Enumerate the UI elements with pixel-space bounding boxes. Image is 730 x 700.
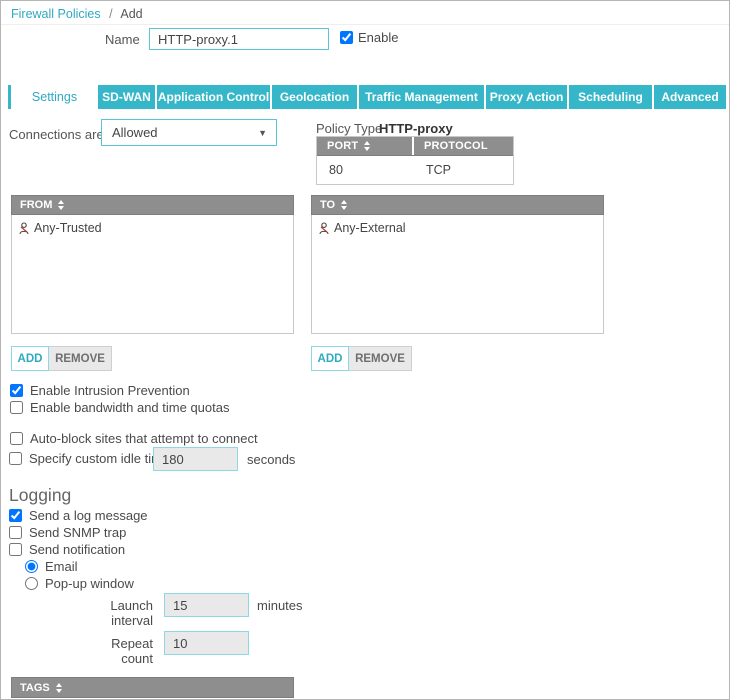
launch-interval-input[interactable] (164, 593, 249, 617)
tab-traffic-management[interactable]: Traffic Management (359, 85, 484, 109)
repeat-count-input[interactable] (164, 631, 249, 655)
enable-label: Enable (358, 30, 398, 45)
auto-block-checkbox[interactable] (10, 432, 23, 445)
tab-sd-wan[interactable]: SD-WAN (98, 85, 155, 109)
popup-window-radio[interactable] (25, 577, 38, 590)
connections-are-label: Connections are (9, 127, 104, 142)
port-cell: 80 (317, 163, 414, 177)
to-add-button[interactable]: ADD (311, 346, 349, 371)
breadcrumb-current: Add (120, 7, 142, 21)
to-remove-button[interactable]: REMOVE (349, 346, 412, 371)
list-item-label: Any-Trusted (34, 221, 102, 235)
enable-checkbox[interactable] (340, 31, 353, 44)
breadcrumb-separator: / (109, 7, 112, 21)
to-list-body: Any-External (311, 215, 604, 334)
send-notification-label: Send notification (29, 542, 125, 557)
tab-geolocation[interactable]: Geolocation (272, 85, 357, 109)
send-log-message-label: Send a log message (29, 508, 148, 523)
intrusion-prevention-checkbox[interactable] (10, 384, 23, 397)
tab-strip: Settings SD-WAN Application Control Geol… (8, 85, 726, 109)
list-item-label: Any-External (334, 221, 406, 235)
list-item[interactable]: Any-Trusted (12, 215, 293, 235)
tab-settings[interactable]: Settings (13, 85, 96, 109)
to-listbox: TO Any-External (311, 195, 604, 334)
port-protocol-table: PORT PROTOCOL 80 TCP (316, 136, 514, 185)
sort-icon (56, 683, 62, 693)
list-item[interactable]: Any-External (312, 215, 603, 235)
breadcrumb-divider (1, 24, 729, 25)
protocol-column-header: PROTOCOL (414, 137, 513, 155)
launch-interval-label: Launch interval (79, 598, 153, 628)
port-column-header[interactable]: PORT (317, 137, 414, 155)
policy-type-label: Policy Type (316, 121, 382, 136)
breadcrumb-firewall-policies-link[interactable]: Firewall Policies (11, 7, 101, 21)
idle-timeout-input[interactable] (153, 447, 238, 471)
name-input[interactable] (149, 28, 329, 50)
email-radio[interactable] (25, 560, 38, 573)
popup-window-radio-label: Pop-up window (45, 576, 134, 591)
tags-column-header[interactable]: TAGS (11, 677, 294, 698)
from-add-button[interactable]: ADD (11, 346, 49, 371)
tab-proxy-action[interactable]: Proxy Action (486, 85, 567, 109)
policy-type-value: HTTP-proxy (379, 121, 453, 136)
tab-scheduling[interactable]: Scheduling (569, 85, 652, 109)
logging-heading: Logging (9, 485, 71, 506)
alias-icon (18, 222, 31, 235)
bandwidth-quotas-checkbox[interactable] (10, 401, 23, 414)
breadcrumb: Firewall Policies / Add (11, 7, 143, 21)
launch-interval-unit: minutes (257, 598, 303, 613)
email-radio-label: Email (45, 559, 78, 574)
repeat-count-label: Repeat count (79, 636, 153, 666)
idle-timeout-checkbox[interactable] (9, 452, 22, 465)
send-snmp-trap-checkbox[interactable] (9, 526, 22, 539)
table-row: 80 TCP (317, 156, 513, 184)
tab-strip-stub (8, 85, 11, 109)
protocol-cell: TCP (414, 163, 451, 177)
sort-icon (58, 200, 64, 210)
to-column-header[interactable]: TO (311, 195, 604, 215)
chevron-down-icon: ▼ (258, 128, 276, 138)
idle-timeout-unit: seconds (247, 452, 295, 467)
sort-icon (364, 141, 370, 151)
from-list-body: Any-Trusted (11, 215, 294, 334)
firewall-policy-add-page: Firewall Policies / Add Name Enable Sett… (0, 0, 730, 700)
name-label: Name (105, 32, 140, 47)
tab-application-control[interactable]: Application Control (157, 85, 270, 109)
from-column-header[interactable]: FROM (11, 195, 294, 215)
sort-icon (341, 200, 347, 210)
from-remove-button[interactable]: REMOVE (49, 346, 112, 371)
tab-advanced[interactable]: Advanced (654, 85, 726, 109)
send-snmp-trap-label: Send SNMP trap (29, 525, 126, 540)
alias-icon (318, 222, 331, 235)
connections-select[interactable]: Allowed ▼ (101, 119, 277, 146)
from-listbox: FROM Any-Trusted (11, 195, 294, 334)
connections-selected-value: Allowed (102, 125, 258, 140)
intrusion-prevention-label: Enable Intrusion Prevention (30, 383, 190, 398)
bandwidth-quotas-label: Enable bandwidth and time quotas (30, 400, 229, 415)
send-notification-checkbox[interactable] (9, 543, 22, 556)
auto-block-label: Auto-block sites that attempt to connect (30, 431, 258, 446)
send-log-message-checkbox[interactable] (9, 509, 22, 522)
